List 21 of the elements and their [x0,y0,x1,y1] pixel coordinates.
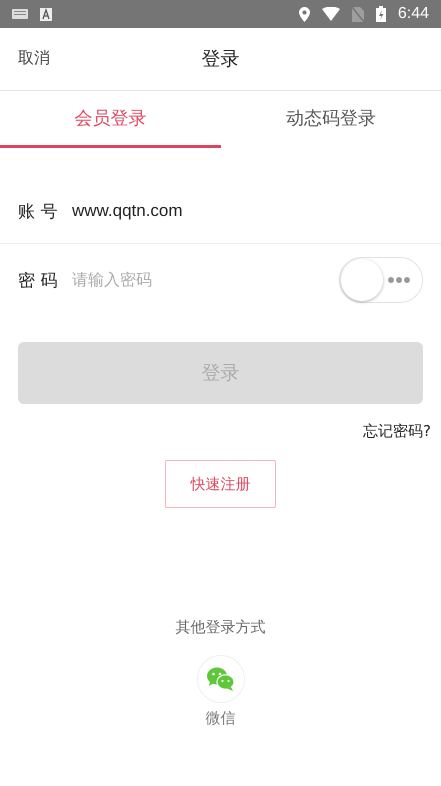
register-button[interactable]: 快速注册 [165,460,276,508]
cancel-button[interactable]: 取消 [18,48,50,69]
tab[interactable]: 会员登录 [0,91,220,148]
location-icon [298,6,310,22]
account-field[interactable]: www.qqtn.com [72,201,423,221]
wifi-icon [322,7,340,21]
no-sim-icon [352,6,364,22]
keyboard-icon [12,9,28,19]
forgot-password-link[interactable]: 忘记密码? [363,422,431,441]
field-label: 密 码 [18,270,58,292]
chat-bubbles-icon [206,667,234,691]
other-login-heading: 其他登录方式 [176,618,266,637]
battery-icon [376,6,386,22]
dots-icon [388,277,410,283]
password-field[interactable]: 请输入密码 [72,270,327,290]
tab[interactable]: 动态码登录 [220,91,441,148]
clock: 6:44 [398,5,429,23]
text-icon [40,8,52,20]
password-visibility-toggle[interactable] [339,257,423,303]
field-label: 账 号 [18,200,58,222]
page-title: 登录 [202,47,240,72]
